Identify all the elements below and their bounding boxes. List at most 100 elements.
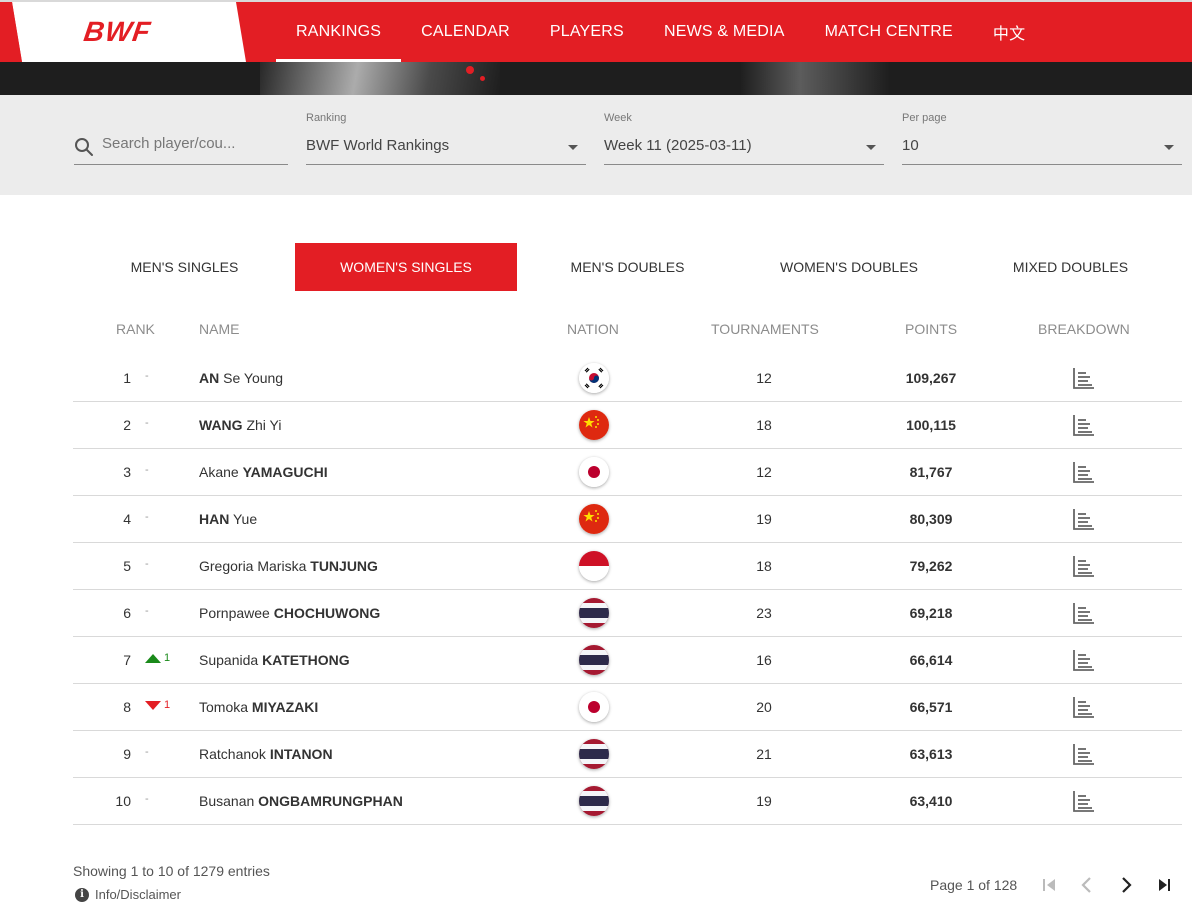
nav-news-media[interactable]: NEWS & MEDIA bbox=[644, 2, 805, 62]
nation-flag-icon bbox=[579, 692, 609, 722]
breakdown-chart-icon[interactable] bbox=[1072, 507, 1096, 531]
rank-change-value: 1 bbox=[164, 652, 171, 664]
player-first-name: Ratchanok bbox=[199, 746, 270, 762]
table-row[interactable]: 5 - Gregoria Mariska TUNJUNG 18 79,262 bbox=[73, 543, 1182, 590]
player-given-name: Zhi Yi bbox=[242, 417, 282, 433]
bwf-logo[interactable]: BWF bbox=[0, 2, 248, 62]
week-value: Week 11 (2025-03-11) bbox=[604, 137, 752, 154]
first-page-icon[interactable] bbox=[1038, 873, 1062, 897]
player-surname: AN bbox=[199, 370, 220, 386]
points-cell: 109,267 bbox=[905, 370, 957, 386]
rank-down-icon bbox=[145, 700, 161, 710]
nation-flag-icon bbox=[579, 410, 609, 440]
player-name-link[interactable]: HAN Yue bbox=[199, 511, 257, 527]
nav-players[interactable]: PLAYERS bbox=[530, 2, 644, 62]
points-cell: 100,115 bbox=[906, 417, 956, 433]
breakdown-chart-icon[interactable] bbox=[1072, 742, 1096, 766]
tab-mixed-doubles[interactable]: MIXED DOUBLES bbox=[960, 243, 1181, 291]
player-name-link[interactable]: Ratchanok INTANON bbox=[199, 746, 333, 762]
nation-flag-icon bbox=[579, 645, 609, 675]
breakdown-chart-icon[interactable] bbox=[1072, 413, 1096, 437]
rank-change: - bbox=[145, 464, 149, 476]
nav-match-centre[interactable]: MATCH CENTRE bbox=[805, 2, 973, 62]
rank-change-value: - bbox=[145, 511, 149, 523]
breakdown-chart-icon[interactable] bbox=[1072, 554, 1096, 578]
search-icon bbox=[75, 138, 93, 156]
breakdown-chart-icon[interactable] bbox=[1072, 789, 1096, 813]
breakdown-chart-icon[interactable] bbox=[1072, 648, 1096, 672]
tab-mens-doubles[interactable]: MEN'S DOUBLES bbox=[517, 243, 738, 291]
rank-cell: 1 bbox=[123, 370, 131, 386]
rank-change: - bbox=[145, 558, 149, 570]
hero-decor-dot bbox=[480, 76, 485, 81]
header-rank[interactable]: RANK bbox=[116, 321, 155, 337]
rank-cell: 9 bbox=[123, 746, 131, 762]
tournaments-cell: 18 bbox=[756, 417, 772, 433]
rank-cell: 10 bbox=[115, 793, 131, 809]
rank-cell: 3 bbox=[123, 464, 131, 480]
table-row[interactable]: 4 - HAN Yue 19 80,309 bbox=[73, 496, 1182, 543]
nav-rankings[interactable]: RANKINGS bbox=[276, 2, 402, 62]
points-cell: 66,571 bbox=[909, 699, 953, 715]
rank-cell: 4 bbox=[123, 511, 131, 527]
player-name-link[interactable]: Pornpawee CHOCHUWONG bbox=[199, 605, 380, 621]
nav-language-chinese[interactable]: 中文 bbox=[973, 2, 1045, 62]
hero-banner bbox=[0, 62, 1192, 95]
tab-mens-singles[interactable]: MEN'S SINGLES bbox=[74, 243, 295, 291]
header-points[interactable]: POINTS bbox=[905, 321, 957, 337]
previous-page-icon[interactable] bbox=[1075, 873, 1099, 897]
player-name-link[interactable]: AN Se Young bbox=[199, 370, 283, 386]
table-row[interactable]: 1 - AN Se Young 12 109,267 bbox=[73, 355, 1182, 402]
table-row[interactable]: 7 1 Supanida KATETHONG 16 66,614 bbox=[73, 637, 1182, 684]
player-name-link[interactable]: Tomoka MIYAZAKI bbox=[199, 699, 318, 715]
rank-change-value: - bbox=[145, 605, 149, 617]
table-row[interactable]: 2 - WANG Zhi Yi 18 100,115 bbox=[73, 402, 1182, 449]
points-cell: 81,767 bbox=[909, 464, 953, 480]
last-page-icon[interactable] bbox=[1152, 873, 1176, 897]
breakdown-chart-icon[interactable] bbox=[1072, 601, 1096, 625]
chevron-down-icon bbox=[866, 145, 876, 150]
main-nav: RANKINGS CALENDAR PLAYERS NEWS & MEDIA M… bbox=[276, 2, 1045, 62]
rank-change: - bbox=[145, 605, 149, 617]
tournaments-cell: 23 bbox=[756, 605, 772, 621]
player-name-link[interactable]: WANG Zhi Yi bbox=[199, 417, 281, 433]
breakdown-chart-icon[interactable] bbox=[1072, 366, 1096, 390]
nav-calendar[interactable]: CALENDAR bbox=[401, 2, 530, 62]
points-cell: 79,262 bbox=[909, 558, 953, 574]
breakdown-chart-icon[interactable] bbox=[1072, 695, 1096, 719]
table-row[interactable]: 10 - Busanan ONGBAMRUNGPHAN 19 63,410 bbox=[73, 778, 1182, 825]
chevron-down-icon bbox=[1164, 145, 1174, 150]
per-page-select[interactable]: Per page 10 bbox=[902, 112, 1182, 165]
breakdown-chart-icon[interactable] bbox=[1072, 460, 1096, 484]
header-breakdown: BREAKDOWN bbox=[1038, 321, 1130, 337]
header-nation: NATION bbox=[567, 321, 619, 337]
header-name[interactable]: NAME bbox=[199, 321, 239, 337]
header-tournaments[interactable]: TOURNAMENTS bbox=[711, 321, 819, 337]
player-name-link[interactable]: Akane YAMAGUCHI bbox=[199, 464, 328, 480]
table-row[interactable]: 8 1 Tomoka MIYAZAKI 20 66,571 bbox=[73, 684, 1182, 731]
ranking-select[interactable]: Ranking BWF World Rankings bbox=[306, 112, 586, 165]
table-row[interactable]: 9 - Ratchanok INTANON 21 63,613 bbox=[73, 731, 1182, 778]
week-select[interactable]: Week Week 11 (2025-03-11) bbox=[604, 112, 884, 165]
player-first-name: Pornpawee bbox=[199, 605, 274, 621]
table-row[interactable]: 6 - Pornpawee CHOCHUWONG 23 69,218 bbox=[73, 590, 1182, 637]
tournaments-cell: 12 bbox=[756, 464, 772, 480]
player-name-link[interactable]: Gregoria Mariska TUNJUNG bbox=[199, 558, 378, 574]
rank-cell: 8 bbox=[123, 699, 131, 715]
tournaments-cell: 12 bbox=[756, 370, 772, 386]
rank-change-value: - bbox=[145, 746, 149, 758]
points-cell: 69,218 bbox=[909, 605, 953, 621]
player-name-link[interactable]: Supanida KATETHONG bbox=[199, 652, 350, 668]
info-disclaimer-link[interactable]: i Info/Disclaimer bbox=[75, 887, 181, 902]
tab-womens-doubles[interactable]: WOMEN'S DOUBLES bbox=[738, 243, 960, 291]
player-name-link[interactable]: Busanan ONGBAMRUNGPHAN bbox=[199, 793, 403, 809]
table-row[interactable]: 3 - Akane YAMAGUCHI 12 81,767 bbox=[73, 449, 1182, 496]
next-page-icon[interactable] bbox=[1114, 873, 1138, 897]
tab-womens-singles[interactable]: WOMEN'S SINGLES bbox=[295, 243, 517, 291]
rank-change: - bbox=[145, 746, 149, 758]
rank-change-value: - bbox=[145, 370, 149, 382]
rank-change-value: - bbox=[145, 464, 149, 476]
hero-image-player-right bbox=[740, 62, 890, 95]
ranking-value: BWF World Rankings bbox=[306, 137, 450, 154]
search-input[interactable] bbox=[102, 135, 252, 152]
